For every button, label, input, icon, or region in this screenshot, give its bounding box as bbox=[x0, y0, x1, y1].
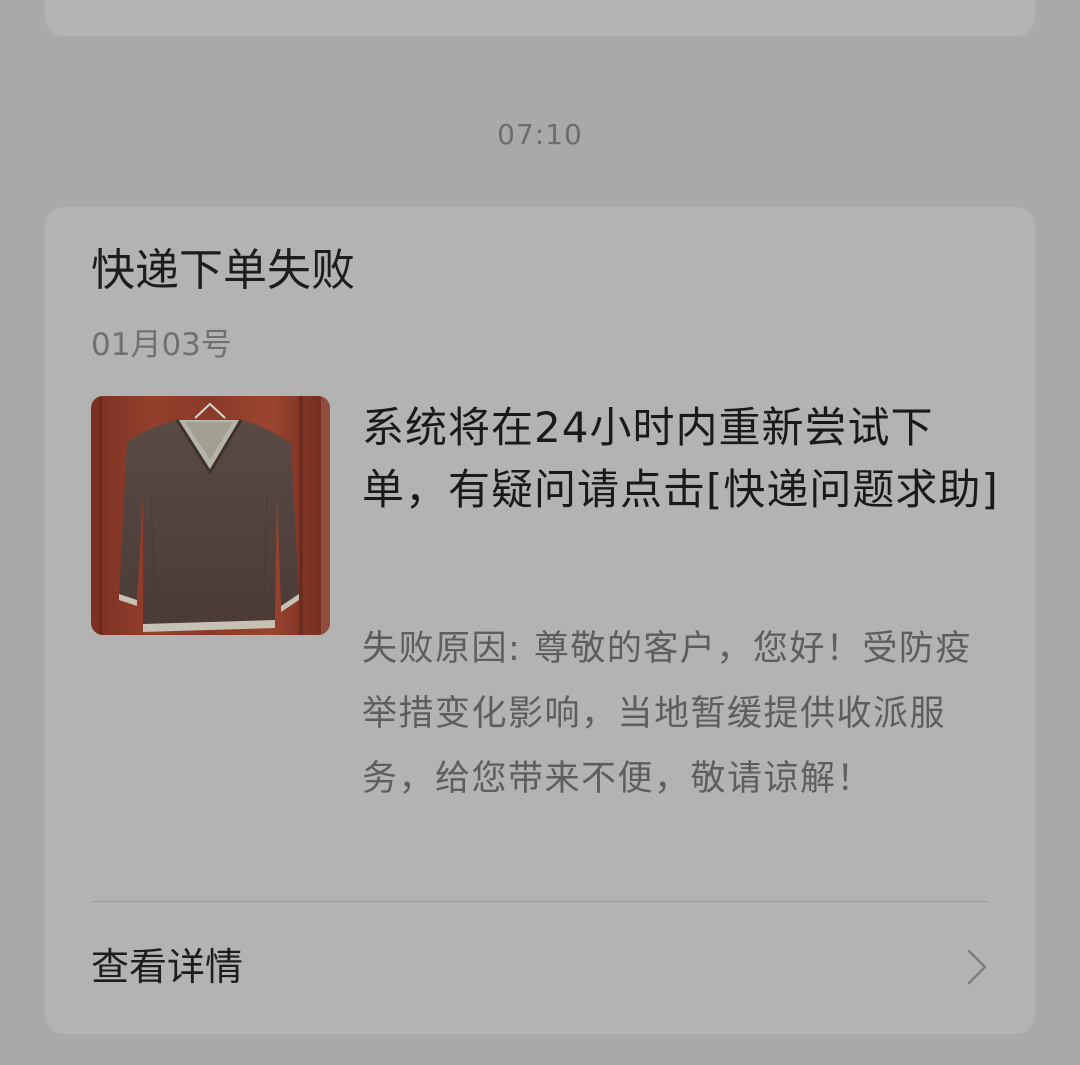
message-timestamp: 07:10 bbox=[497, 118, 583, 151]
notification-card[interactable]: 快递下单失败 01月03号 系统将在24小时内重新尝试下单，有疑问请点击[快递问… bbox=[45, 207, 1035, 1034]
notification-title: 快递下单失败 bbox=[91, 245, 355, 296]
failure-reason: 失败原因: 尊敬的客户，您好！受防疫举措变化影响，当地暂缓提供收派服务，给您带来… bbox=[362, 629, 972, 799]
product-thumbnail bbox=[91, 396, 330, 635]
view-details-label: 查看详情 bbox=[91, 945, 244, 989]
sweater-photo-icon bbox=[91, 396, 330, 635]
notification-date: 01月03号 bbox=[91, 327, 232, 363]
chevron-right-icon bbox=[967, 949, 987, 985]
previous-message-card[interactable] bbox=[45, 0, 1035, 36]
chat-screen: 07:10 快递下单失败 01月03号 系统将在24小时内重新尝试下单，有疑问请… bbox=[0, 0, 1080, 1065]
view-details-button[interactable]: 查看详情 bbox=[45, 902, 1035, 1034]
notification-message: 系统将在24小时内重新尝试下单，有疑问请点击[快递问题求助] bbox=[362, 403, 999, 514]
